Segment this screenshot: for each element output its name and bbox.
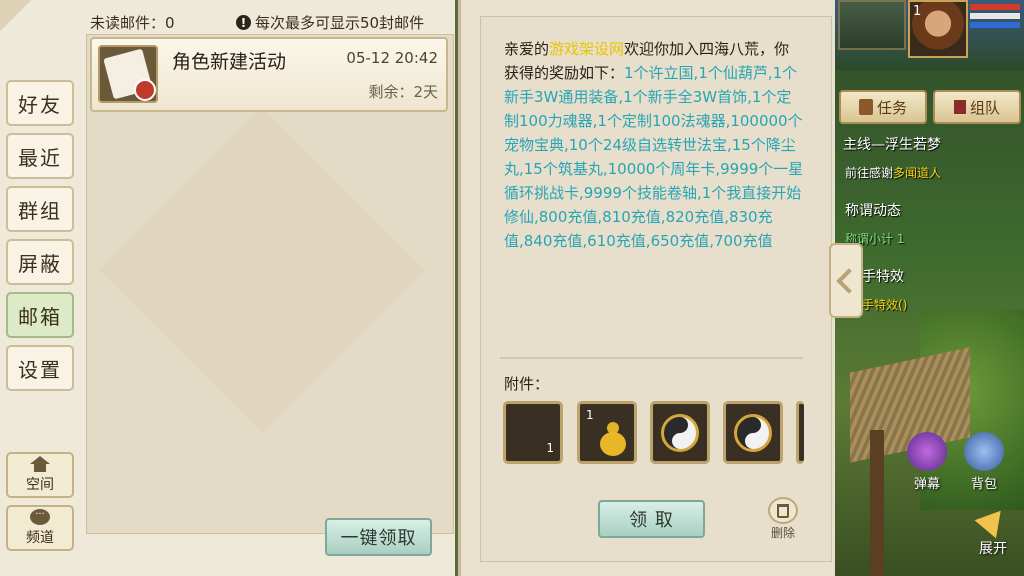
nav-recent[interactable]: 最近 bbox=[6, 133, 74, 179]
nav-settings[interactable]: 设置 bbox=[6, 345, 74, 391]
chat-bubble-icon: ··· bbox=[30, 509, 50, 525]
trash-icon bbox=[768, 497, 798, 524]
quest-main-detail[interactable]: 前往感谢多闻道人 bbox=[845, 164, 941, 181]
expand-label: 展开 bbox=[979, 541, 1007, 557]
attachments-label: 附件： bbox=[504, 375, 550, 393]
unread-value: 0 bbox=[165, 14, 175, 32]
mail-list-item[interactable]: 角色新建活动 05-12 20:42 剩余：2天 bbox=[90, 37, 448, 112]
space-label: 空间 bbox=[26, 477, 54, 493]
task-button-label: 任务 bbox=[876, 98, 907, 117]
mail-limit-text: 每次最多可显示50封邮件 bbox=[255, 14, 425, 32]
yin-yang-icon bbox=[734, 414, 772, 452]
task-button[interactable]: 任务 bbox=[839, 90, 927, 124]
expand-button[interactable]: 展开 bbox=[965, 498, 1021, 558]
delete-button[interactable]: 删除 bbox=[765, 497, 801, 541]
mail-date: 05-12 20:42 bbox=[346, 49, 438, 67]
nav-blocked[interactable]: 屏蔽 bbox=[6, 239, 74, 285]
mail-title: 角色新建活动 bbox=[172, 51, 287, 73]
channel-label: 频道 bbox=[26, 530, 54, 546]
bag-button[interactable]: 背包 bbox=[960, 432, 1008, 492]
delete-label: 删除 bbox=[770, 526, 795, 540]
team-button-label: 组队 bbox=[969, 98, 1000, 117]
list-watermark bbox=[99, 107, 425, 433]
gourd-icon bbox=[598, 422, 628, 456]
hp-bar bbox=[970, 4, 1020, 10]
quest-title-dynamic[interactable]: 称谓动态 bbox=[845, 200, 901, 220]
content-divider bbox=[500, 357, 803, 359]
mp-bar bbox=[970, 22, 1020, 28]
quest-effect[interactable]: 手特效 bbox=[862, 266, 904, 286]
quest-main-detail-text: 前往感谢 bbox=[845, 166, 894, 180]
flag-icon bbox=[953, 100, 966, 114]
panel-ornament bbox=[0, 0, 86, 70]
reward-list: 1个许立国,1个仙葫芦,1个新手3W通用装备,1个新手全3W首饰,1个定制100… bbox=[504, 64, 804, 250]
yin-yang-icon bbox=[661, 414, 699, 452]
attachment-slot[interactable]: 1 bbox=[577, 401, 637, 464]
slot-count: 1 bbox=[586, 408, 594, 422]
space-button[interactable]: 空间 bbox=[6, 452, 74, 498]
quest-effect-detail[interactable]: 手特效() bbox=[862, 296, 907, 313]
mail-body: 亲爱的游戏架设网欢迎你加入四海八荒，你获得的奖励如下：1个许立国,1个仙葫芦,1… bbox=[504, 37, 804, 253]
attachment-slot-partial[interactable] bbox=[796, 401, 804, 464]
exp-bar bbox=[970, 13, 1020, 19]
scene-wooden-post bbox=[870, 430, 884, 576]
arrow-icon bbox=[974, 501, 1012, 539]
minimap-frame[interactable] bbox=[838, 0, 906, 50]
greeting-prefix: 亲爱的 bbox=[504, 40, 550, 58]
claim-button[interactable]: 领 取 bbox=[598, 500, 705, 538]
warning-icon: ! bbox=[236, 15, 251, 30]
slot-count: 1 bbox=[546, 441, 554, 455]
attachment-slot[interactable] bbox=[650, 401, 710, 464]
barrage-button[interactable]: 弹幕 bbox=[903, 432, 951, 492]
nav-mailbox[interactable]: 邮箱 bbox=[6, 292, 74, 338]
player-level: 1 bbox=[913, 4, 922, 19]
player-status-bars bbox=[970, 4, 1020, 31]
home-icon bbox=[30, 456, 50, 472]
chevron-left-icon bbox=[836, 267, 862, 294]
scroll-icon bbox=[858, 99, 873, 115]
nav-groups[interactable]: 群组 bbox=[6, 186, 74, 232]
letter-icon bbox=[98, 45, 158, 103]
quest-npc-name: 多闻道人 bbox=[893, 166, 942, 180]
claim-all-button[interactable]: 一键领取 bbox=[325, 518, 432, 556]
nav-friends[interactable]: 好友 bbox=[6, 80, 74, 126]
quest-main[interactable]: 主线—浮生若梦 bbox=[843, 134, 941, 154]
mail-remaining: 剩余：2天 bbox=[368, 83, 438, 101]
team-button[interactable]: 组队 bbox=[933, 90, 1021, 124]
barrage-label: 弹幕 bbox=[913, 477, 940, 492]
collapse-panel-tab[interactable] bbox=[829, 243, 863, 318]
attachment-slot[interactable]: 1 bbox=[503, 401, 563, 464]
unread-label: 未读邮件： bbox=[90, 14, 166, 32]
wax-seal bbox=[134, 79, 156, 101]
channel-button[interactable]: ··· 频道 bbox=[6, 505, 74, 551]
barrage-icon bbox=[907, 432, 947, 471]
unread-count: 未读邮件：0 bbox=[90, 12, 175, 33]
attachment-slot[interactable] bbox=[723, 401, 783, 464]
site-name: 游戏架设网 bbox=[549, 40, 625, 58]
bag-icon bbox=[964, 432, 1004, 471]
bag-label: 背包 bbox=[970, 477, 997, 492]
mail-limit-notice: ! 每次最多可显示50封邮件 bbox=[236, 12, 424, 33]
